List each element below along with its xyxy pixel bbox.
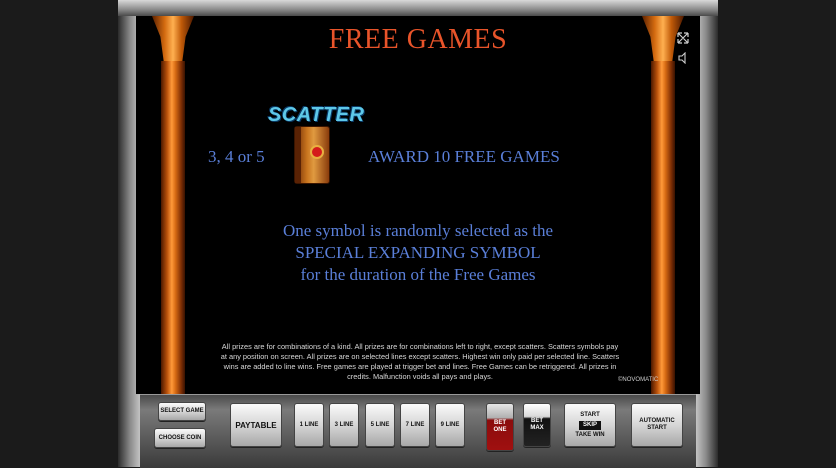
paytable-screen: FREE GAMES SCATTER 3, 4 or 5 AWARD 10 FR… — [136, 16, 700, 394]
expand-icon[interactable] — [676, 32, 690, 46]
bet-max-button[interactable]: BET MAX — [523, 403, 551, 447]
line-label: 9 LINE — [440, 421, 460, 428]
right-pillar — [642, 16, 684, 394]
line-3-button[interactable]: 3 LINE — [329, 403, 359, 447]
speaker-icon[interactable] — [676, 51, 690, 66]
line-5-button[interactable]: 5 LINE — [365, 403, 395, 447]
bet-max-label: BET MAX — [530, 418, 544, 431]
choose-coin-label: CHOOSE COIN — [158, 434, 202, 441]
page-title: FREE GAMES — [328, 24, 508, 55]
rules-fineprint: All prizes are for combinations of a kin… — [220, 342, 620, 381]
line-9-button[interactable]: 9 LINE — [435, 403, 465, 447]
description-line: One symbol is randomly selected as the — [282, 221, 554, 240]
line-1-button[interactable]: 1 LINE — [294, 403, 324, 447]
description-line: for the duration of the Free Games — [300, 265, 536, 284]
paytable-label: PAYTABLE — [235, 420, 277, 430]
feature-description: One symbol is randomly selected as the S… — [136, 220, 700, 286]
line-label: 1 LINE — [299, 421, 319, 428]
description-line: SPECIAL EXPANDING SYMBOL — [295, 243, 541, 262]
start-label: START — [580, 411, 600, 418]
select-game-label: SELECT GAME — [160, 408, 204, 414]
choose-coin-button[interactable]: CHOOSE COIN — [154, 428, 206, 448]
start-button[interactable]: START SKIP TAKE WIN — [564, 403, 616, 447]
cabinet-top — [118, 0, 718, 16]
line-label: 7 LINE — [405, 421, 425, 428]
bet-one-button[interactable]: BET ONE — [486, 403, 514, 451]
automatic-start-button[interactable]: AUTOMATIC START — [631, 403, 683, 447]
bet-one-label: BET ONE — [493, 420, 507, 433]
scatter-label: SCATTER — [268, 104, 365, 126]
line-label: 5 LINE — [370, 421, 390, 428]
take-win-label: TAKE WIN — [575, 431, 605, 438]
brand-logo: ©NOVOMATIC — [618, 377, 659, 383]
automatic-start-label: AUTOMATIC START — [639, 418, 675, 431]
paytable-button[interactable]: PAYTABLE — [230, 403, 282, 447]
line-label: 3 LINE — [334, 421, 354, 428]
control-panel: SELECT GAME CHOOSE COIN PAYTABLE 1 LINE … — [140, 394, 696, 468]
scatter-award: AWARD 10 FREE GAMES — [368, 147, 560, 166]
line-7-button[interactable]: 7 LINE — [400, 403, 430, 447]
left-pillar — [152, 16, 194, 394]
skip-label: SKIP — [578, 420, 601, 430]
scatter-count: 3, 4 or 5 — [208, 147, 265, 166]
book-scatter-icon — [294, 126, 330, 184]
select-game-button[interactable]: SELECT GAME — [158, 402, 206, 421]
